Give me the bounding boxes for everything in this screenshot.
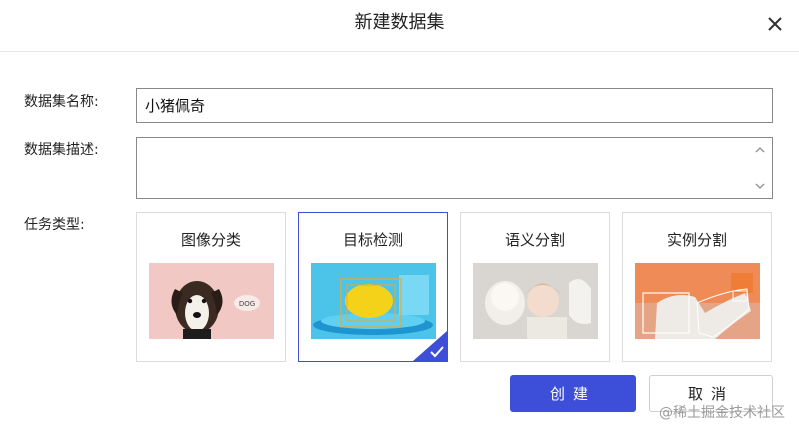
dialog-title: 新建数据集 (354, 12, 445, 33)
task-label: 目标检测 (342, 231, 403, 249)
dog-bubble-text: DOG (239, 300, 255, 308)
create-button[interactable]: 创建 (510, 375, 636, 412)
task-card-object-detection[interactable]: 目标检测 (298, 212, 448, 362)
task-card-instance-segmentation[interactable]: 实例分割 (622, 212, 772, 362)
task-card-image-classification[interactable]: 图像分类 DOG (136, 212, 286, 362)
close-icon[interactable] (765, 14, 785, 34)
dataset-desc-textarea[interactable] (136, 137, 773, 199)
task-card-semantic-segmentation[interactable]: 语义分割 (460, 212, 610, 362)
dataset-name-label: 数据集名称: (24, 94, 99, 110)
selected-check-icon (413, 331, 447, 361)
child-dog-image (473, 263, 598, 339)
dataset-desc-label: 数据集描述: (24, 142, 99, 158)
dataset-name-input[interactable] (136, 88, 773, 123)
task-label: 实例分割 (666, 231, 727, 249)
dialog-header: 新建数据集 (0, 0, 799, 52)
person-image (635, 263, 760, 339)
task-label: 图像分类 (180, 231, 241, 249)
new-dataset-dialog: 新建数据集 数据集名称: 数据集描述: 任务类型: 图像分类 (0, 0, 799, 436)
watermark-text: @稀土掘金技术社区 (659, 405, 785, 421)
task-type-label: 任务类型: (24, 217, 85, 233)
task-label: 语义分割 (504, 231, 565, 249)
scroll-up-icon[interactable] (754, 144, 766, 156)
dog-image: DOG (149, 263, 274, 339)
scroll-down-icon[interactable] (754, 180, 766, 192)
lemon-image (311, 263, 436, 339)
